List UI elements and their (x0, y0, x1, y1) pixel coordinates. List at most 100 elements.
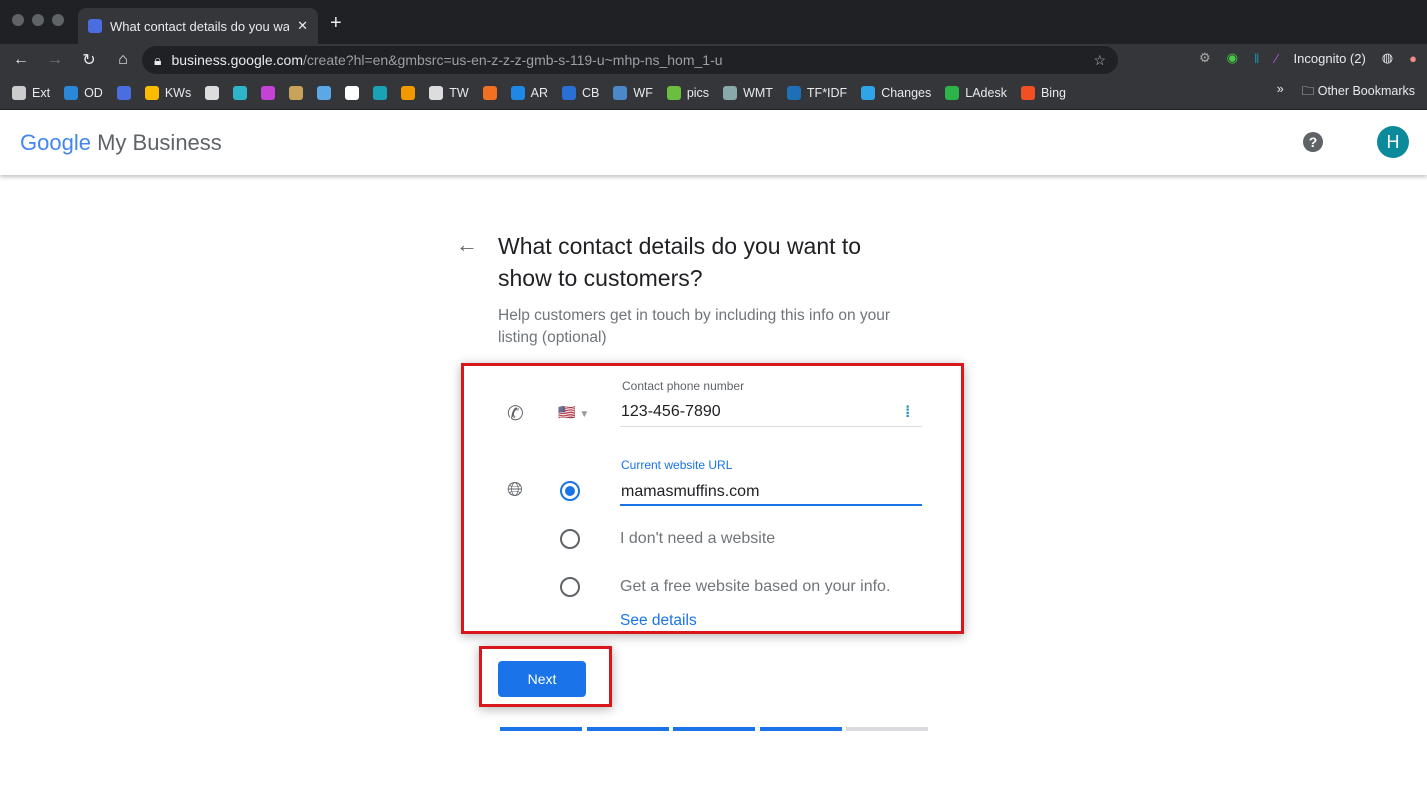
website-underline (620, 504, 922, 506)
bookmark-item[interactable] (261, 85, 276, 100)
other-bookmarks-folder[interactable]: 🗀︎ Other Bookmarks (1302, 82, 1415, 103)
bookmark-item[interactable] (289, 85, 304, 100)
extension-icon[interactable]: ⚙ (1199, 50, 1211, 66)
bookmark-label: LAdesk (965, 85, 1007, 100)
back-arrow-icon[interactable]: ← (456, 232, 478, 258)
bookmark-item[interactable]: CB (562, 85, 600, 100)
page-subtitle: Help customers get in touch by including… (498, 307, 891, 346)
other-bookmarks-label: Other Bookmarks (1317, 84, 1415, 98)
bookmark-item[interactable]: KWs (144, 85, 192, 100)
option-free-website[interactable]: Get a free website based on your info. (620, 578, 890, 596)
bookmark-favicon-icon (205, 85, 220, 100)
bookmark-item[interactable]: TW (429, 85, 469, 100)
back-button[interactable]: ← (8, 51, 34, 69)
bookmark-favicon-icon (666, 85, 681, 100)
bookmark-label: OD (84, 85, 103, 100)
bookmark-favicon-icon (945, 85, 960, 100)
option-no-website[interactable]: I don't need a website (620, 530, 775, 548)
bookmark-item[interactable] (482, 85, 497, 100)
bookmark-item[interactable] (205, 85, 220, 100)
bookmark-item[interactable] (317, 85, 332, 100)
progress-step (759, 727, 842, 731)
bookmark-favicon-icon (64, 85, 79, 100)
bookmark-item[interactable]: AR (510, 85, 548, 100)
tab-strip: What contact details do you want to show… (0, 0, 1427, 44)
update-icon[interactable]: ● (1409, 51, 1417, 66)
progress-step (586, 727, 669, 731)
phone-underline (620, 426, 922, 427)
next-button[interactable]: Next (498, 661, 586, 697)
incognito-label[interactable]: Incognito (2) (1294, 51, 1366, 66)
bookmark-favicon-icon (786, 85, 801, 100)
page-title: What contact details do you want to show… (498, 233, 862, 291)
bookmark-label: pics (686, 85, 710, 100)
phone-label: Contact phone number (622, 379, 745, 393)
extension-icon[interactable]: ◉ (1227, 50, 1238, 66)
bookmark-item[interactable] (345, 85, 360, 100)
country-flag-select[interactable]: 🇺🇸 ▼ (558, 404, 589, 421)
globe-icon: 🌐︎ (507, 479, 523, 501)
bookmark-label: TW (449, 85, 469, 100)
phone-input[interactable]: 123-456-7890 (621, 403, 721, 421)
bookmark-favicon-icon (317, 85, 332, 100)
bookmark-favicon-icon (562, 85, 577, 100)
google-my-business-logo[interactable]: Google My Business (20, 130, 222, 156)
website-input[interactable]: mamasmuffins.com (621, 483, 759, 501)
browser-tab[interactable]: What contact details do you want to show… (78, 8, 318, 44)
progress-step (500, 727, 582, 731)
progress-step (846, 727, 928, 731)
bookmark-favicon-icon (116, 85, 131, 100)
bookmark-label: CB (582, 85, 600, 100)
logo-text: My Business (97, 129, 222, 155)
phone-icon: ✆ (507, 403, 524, 425)
bookmark-item[interactable]: Bing (1020, 85, 1066, 100)
avatar[interactable]: H (1377, 126, 1409, 158)
bookmark-favicon-icon (373, 85, 388, 100)
radio-current-website[interactable] (560, 481, 580, 501)
bookmark-item[interactable]: Ext (12, 85, 50, 100)
url-path: /create?hl=en&gmbsrc=us-en-z-z-z-gmb-s-1… (302, 52, 723, 68)
gmb-favicon-icon (88, 19, 102, 33)
bookmark-favicon-icon (144, 85, 159, 100)
window-controls[interactable] (12, 14, 64, 26)
bookmark-item[interactable] (116, 85, 131, 100)
extension-icon[interactable]: ‖ (1254, 51, 1259, 66)
bookmark-item[interactable]: TF*IDF (786, 85, 847, 100)
us-flag-icon: 🇺🇸 (558, 404, 576, 420)
bookmark-label: WF (633, 85, 653, 100)
address-bar[interactable]: 🔒︎ business.google.com/create?hl=en&gmbs… (142, 46, 1118, 74)
forward-button[interactable]: → (42, 51, 68, 69)
help-icon[interactable]: ? (1303, 132, 1323, 152)
bookmark-star-icon[interactable]: ☆ (1093, 52, 1106, 69)
extension-icon[interactable]: ∕ (1275, 51, 1277, 66)
bookmark-item[interactable] (401, 85, 416, 100)
bookmark-favicon-icon (289, 85, 304, 100)
bookmark-favicon-icon (345, 85, 360, 100)
bookmark-favicon-icon (233, 85, 248, 100)
bookmark-item[interactable]: WMT (723, 85, 773, 100)
home-button[interactable]: ⌂ (110, 51, 136, 69)
bookmark-item[interactable] (373, 85, 388, 100)
bookmark-favicon-icon (261, 85, 276, 100)
bookmark-favicon-icon (1020, 85, 1035, 100)
bookmark-item[interactable]: Changes (861, 85, 931, 100)
url-domain: business.google.com (171, 52, 303, 68)
bookmark-label: KWs (164, 85, 192, 100)
close-tab-icon[interactable]: ✕ (297, 18, 308, 34)
extension-field-icon[interactable]: ⁞ (905, 404, 910, 422)
browser-toolbar: ← → ↻ ⌂ 🔒︎ business.google.com/create?hl… (0, 44, 1427, 76)
radio-free-website[interactable] (560, 577, 580, 597)
bookmark-item[interactable]: pics (666, 85, 710, 100)
new-tab-button[interactable]: + (330, 12, 342, 35)
bookmark-item[interactable] (233, 85, 248, 100)
radio-no-website[interactable] (560, 529, 580, 549)
bookmark-item[interactable]: LAdesk (945, 85, 1007, 100)
tab-title: What contact details do you want to show… (110, 18, 290, 34)
bookmark-favicon-icon (510, 85, 525, 100)
bookmark-item[interactable]: WF (613, 85, 653, 100)
reload-button[interactable]: ↻ (76, 50, 102, 70)
bookmark-favicon-icon (723, 85, 738, 100)
more-bookmarks-button[interactable]: » (1277, 82, 1284, 103)
bookmark-item[interactable]: OD (64, 85, 103, 100)
see-details-link[interactable]: See details (620, 612, 697, 630)
